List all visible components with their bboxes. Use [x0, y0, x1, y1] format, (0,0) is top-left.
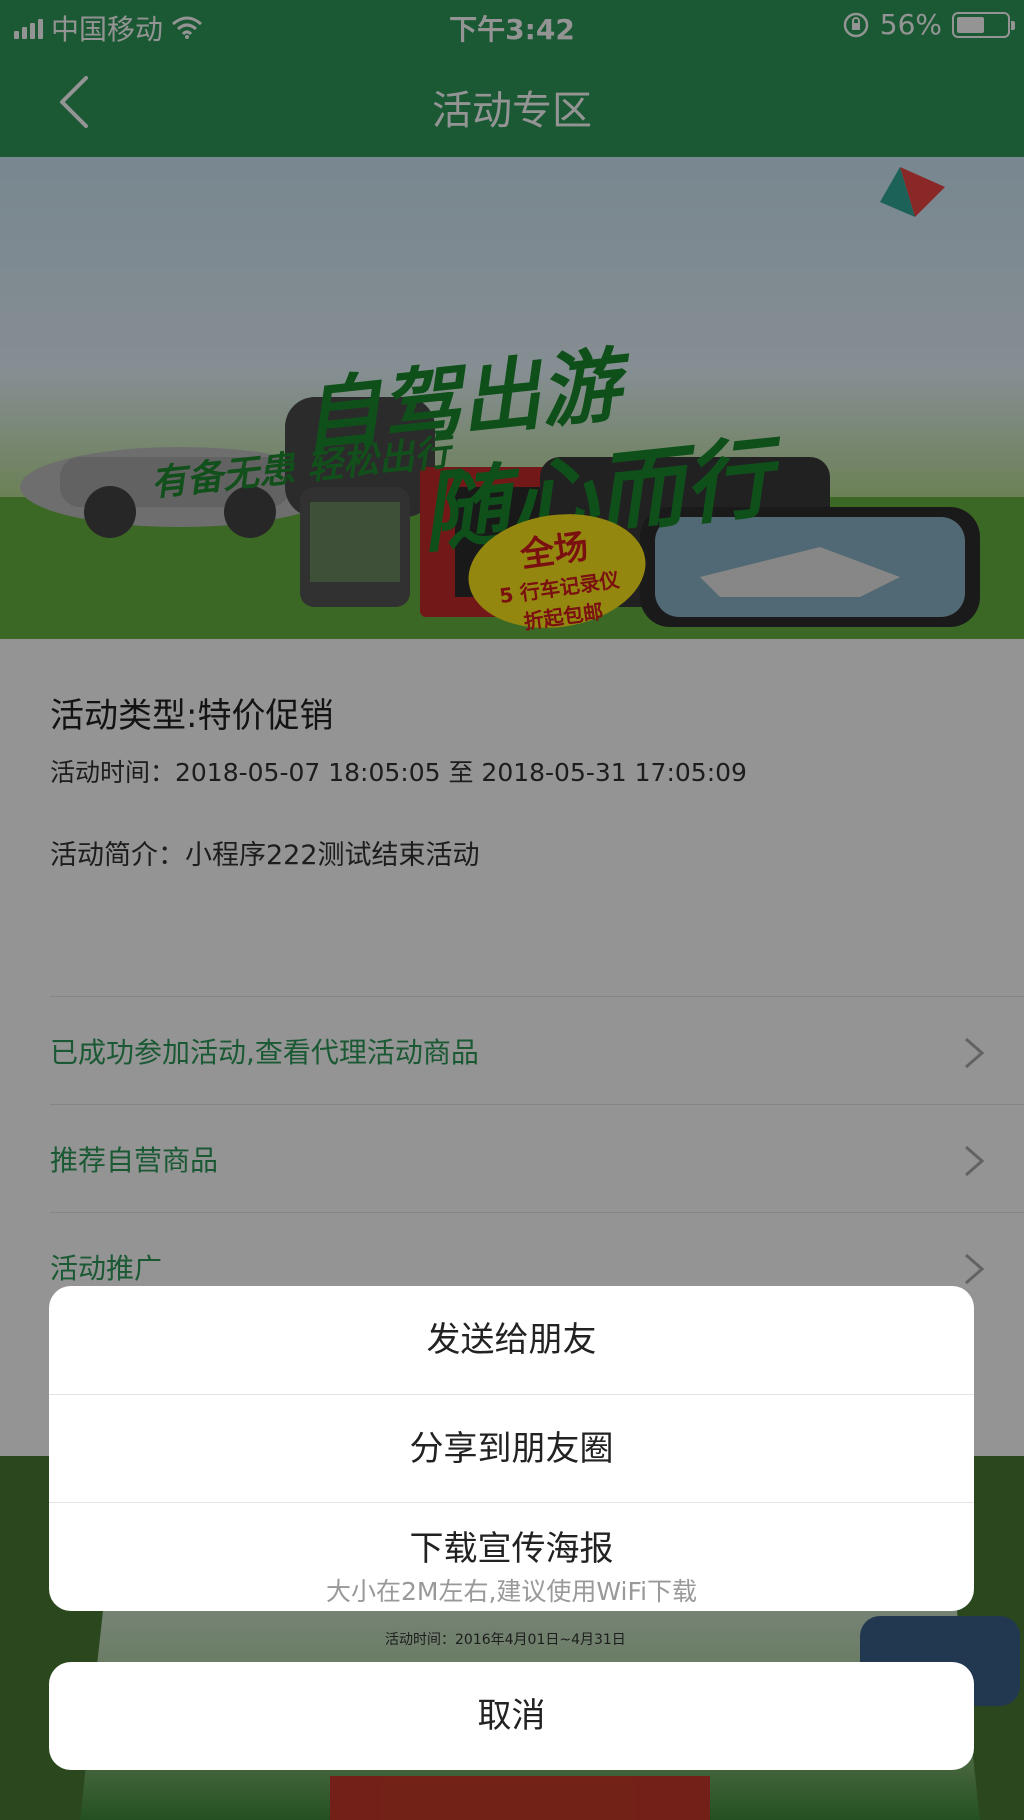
- share-action-sheet: 发送给朋友 分享到朋友圈 下载宣传海报 大小在2M左右,建议使用WiFi下载: [49, 1286, 974, 1611]
- send-to-friend-button[interactable]: 发送给朋友: [49, 1286, 974, 1394]
- download-poster-button[interactable]: 下载宣传海报 大小在2M左右,建议使用WiFi下载: [49, 1502, 974, 1611]
- send-to-friend-label: 发送给朋友: [426, 1320, 597, 1360]
- download-hint: 大小在2M左右,建议使用WiFi下载: [325, 1577, 698, 1606]
- download-poster-label: 下载宣传海报: [409, 1529, 614, 1569]
- share-moments-button[interactable]: 分享到朋友圈: [49, 1394, 974, 1503]
- cancel-button[interactable]: 取消: [49, 1662, 974, 1770]
- share-moments-label: 分享到朋友圈: [409, 1429, 614, 1469]
